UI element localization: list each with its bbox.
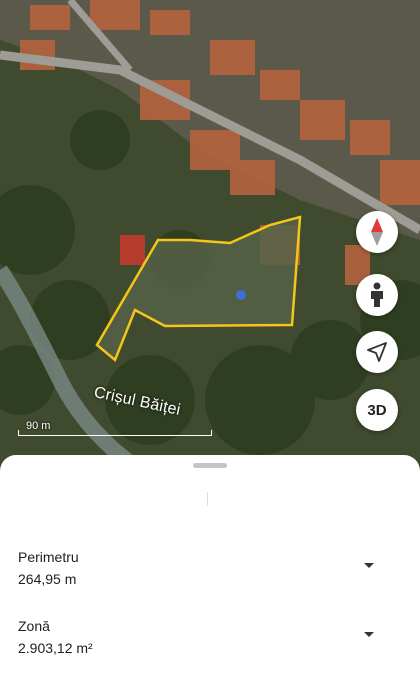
satellite-map[interactable]: Crișul Băiței 90 m 3D [0,0,420,470]
perimeter-row[interactable]: Perimetru 264,95 m [18,549,408,587]
chevron-down-icon[interactable] [364,632,374,637]
compass-icon [371,218,383,246]
area-row[interactable]: Zonă 2.903,12 m² [18,618,408,656]
street-view-button[interactable] [356,274,398,316]
divider [207,492,208,506]
area-label: Zonă [18,618,50,634]
area-value: 2.903,12 m² [18,640,93,656]
my-location-button[interactable] [356,331,398,373]
3d-button[interactable]: 3D [356,389,398,431]
scale-bar-line [18,430,212,436]
drag-handle[interactable] [193,463,227,468]
location-arrow-icon [367,342,387,362]
bottom-sheet: Perimetru 264,95 m Zonă 2.903,12 m² [0,455,420,700]
person-icon [371,282,383,307]
perimeter-label: Perimetru [18,549,79,565]
perimeter-value: 264,95 m [18,571,77,587]
scale-bar: 90 m [18,420,212,436]
compass-button[interactable] [356,211,398,253]
chevron-down-icon[interactable] [364,563,374,568]
